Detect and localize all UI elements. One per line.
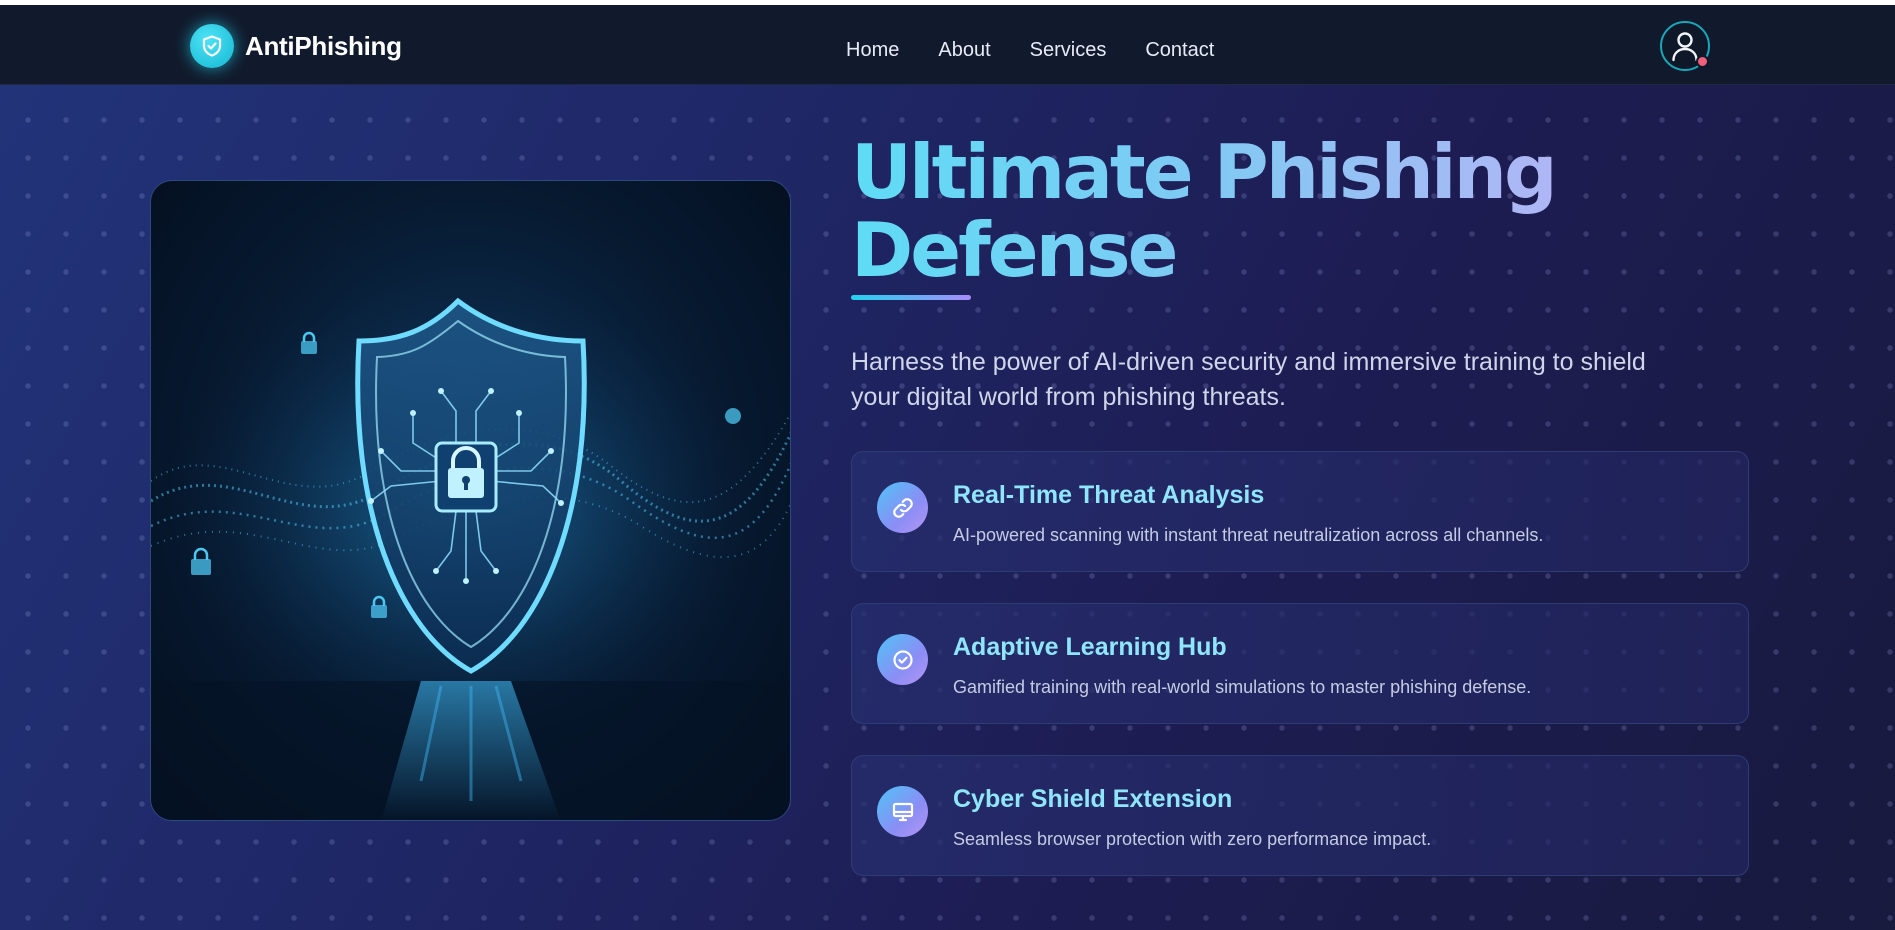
hero-subtitle-line-1: Harness the power of AI-driven security … [851,348,1646,376]
hero-title-line-1: Ultimate Phishing [851,128,1555,216]
brand-logo[interactable]: AntiPhishing [190,24,402,68]
feature-title: Real-Time Threat Analysis [953,481,1265,509]
page: AntiPhishing Home About Services Contact [0,5,1895,930]
hero-image [150,180,791,821]
link-icon [877,482,928,533]
main-menu: Home About Services Contact [846,39,1253,62]
feature-card-threat-analysis[interactable]: Real-Time Threat Analysis AI-powered sca… [851,451,1749,572]
feature-card-shield-extension[interactable]: Cyber Shield Extension Seamless browser … [851,755,1749,876]
brand-name: AntiPhishing [245,30,402,61]
feature-title: Adaptive Learning Hub [953,633,1227,661]
feature-description: Seamless browser protection with zero pe… [953,829,1432,849]
hero-title-line-2: Defense [851,206,1176,294]
user-icon [1672,32,1698,62]
notification-dot [1696,55,1709,68]
user-avatar-button[interactable] [1660,21,1710,71]
feature-description: AI-powered scanning with instant threat … [953,525,1544,545]
nav-link-services[interactable]: Services [1030,39,1107,62]
check-circle-icon [877,634,928,685]
title-underline [851,295,971,300]
feature-title: Cyber Shield Extension [953,785,1233,813]
top-navbar: AntiPhishing Home About Services Contact [0,5,1895,85]
monitor-icon [877,786,928,837]
hero-subtitle: Harness the power of AI-driven security … [851,345,1691,415]
hero-title: Ultimate Phishing Defense [851,133,1611,289]
nav-link-home[interactable]: Home [846,39,899,62]
nav-link-contact[interactable]: Contact [1145,39,1214,62]
feature-card-learning-hub[interactable]: Adaptive Learning Hub Gamified training … [851,603,1749,724]
hero-subtitle-line-2: your digital world from phishing threats… [851,383,1286,411]
feature-description: Gamified training with real-world simula… [953,677,1532,697]
shield-check-icon [190,24,234,68]
nav-link-about[interactable]: About [938,39,990,62]
